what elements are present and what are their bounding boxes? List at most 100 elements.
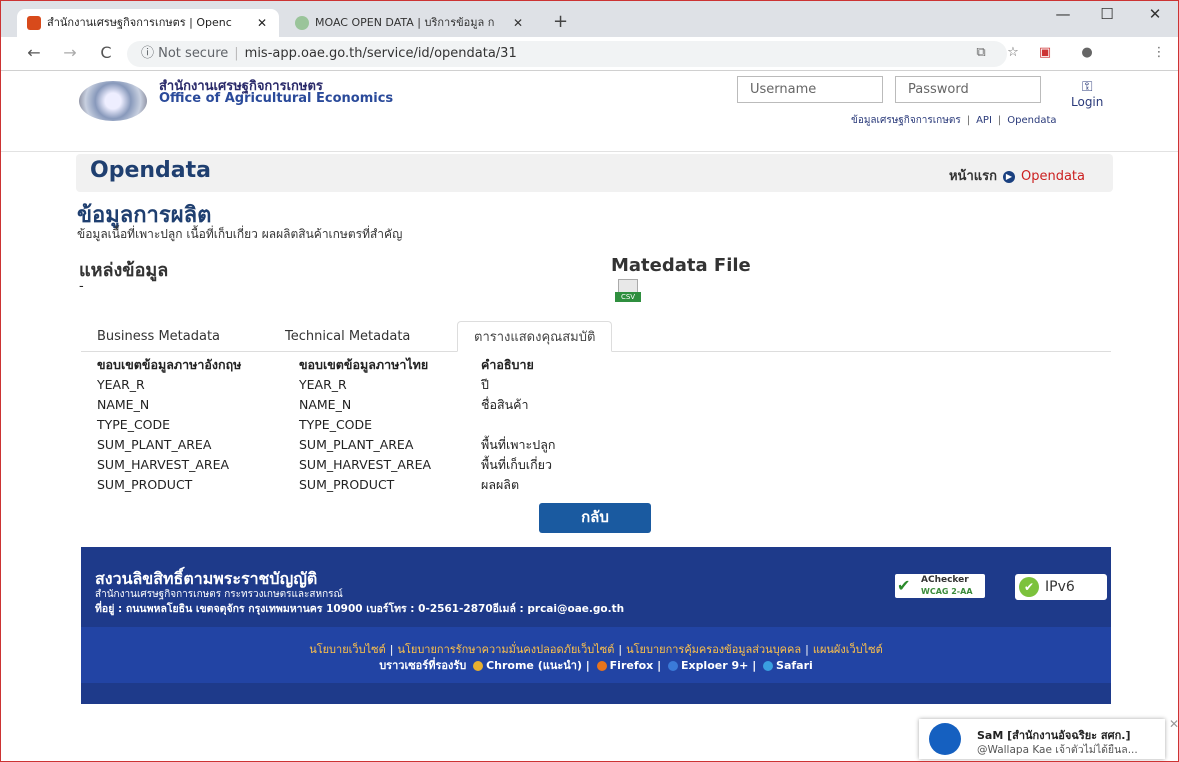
close-window-button[interactable]: ✕ <box>1145 5 1165 23</box>
translate-icon[interactable]: ⧉ <box>971 45 991 60</box>
supported-browsers: บราวเซอร์ที่รองรับ Chrome (แนะนำ) | Fire… <box>379 659 813 672</box>
site-favicon-icon <box>295 16 309 30</box>
checkmark-icon: ✔ <box>897 576 911 595</box>
breadcrumb-current: Opendata <box>1020 169 1085 184</box>
cell-thai-field: NAME_N <box>299 397 352 412</box>
top-links: ข้อมูลเศรษฐกิจการเกษตร | API | Opendata <box>851 115 1057 126</box>
ie-icon <box>667 661 678 671</box>
reload-button[interactable]: C <box>95 43 117 62</box>
achecker-badge[interactable]: ✔ AChecker WCAG 2-AA <box>895 574 985 598</box>
notification-message: @Wallapa Kae เจ้าตัวไม่ได้ยืนล... <box>977 744 1138 756</box>
browser-tab-inactive[interactable]: MOAC OPEN DATA | บริการข้อมูล ก ✕ <box>285 9 535 37</box>
profile-avatar-icon[interactable]: ● <box>1077 45 1097 60</box>
back-button-page[interactable]: กลับ <box>539 503 651 533</box>
cell-thai-field: TYPE_CODE <box>299 417 373 432</box>
browser-safari: Safari <box>776 659 813 672</box>
chat-notification[interactable]: SaM [สำนักงานอัจฉริยะ สศก.] @Wallapa Kae… <box>919 719 1165 759</box>
address-bar-row: ← → C ⓘ Not secure | mis-app.oae.go.th/ser… <box>1 37 1178 71</box>
cell-english-field: SUM_PLANT_AREA <box>97 437 212 452</box>
breadcrumb-home[interactable]: หน้าแรก <box>949 169 997 184</box>
link-sitemap[interactable]: แผนผังเว็บไซต์ <box>813 643 883 656</box>
firefox-icon <box>596 661 607 671</box>
browser-tab-active[interactable]: สำนักงานเศรษฐกิจการเกษตร | Openc ✕ <box>17 9 279 37</box>
bookmark-star-icon[interactable]: ☆ <box>1003 45 1023 60</box>
arrow-right-icon: ▶ <box>1002 170 1015 183</box>
breadcrumb: หน้าแรก ▶ Opendata <box>949 165 1085 186</box>
page-title: Opendata <box>90 158 211 183</box>
close-tab-icon[interactable]: ✕ <box>513 9 523 37</box>
header-english-field: ขอบเขตข้อมูลภาษาอังกฤษ <box>97 357 242 372</box>
forward-button[interactable]: → <box>59 43 81 62</box>
csv-file-icon[interactable]: CSV <box>615 279 641 303</box>
cell-thai-field: SUM_HARVEST_AREA <box>299 457 432 472</box>
extension-icon[interactable]: ▣ <box>1035 45 1055 60</box>
cell-english-field: NAME_N <box>97 397 150 412</box>
close-tab-icon[interactable]: ✕ <box>257 9 267 37</box>
footer-top: สงวนลิขสิทธิ์ตามพระราชบัญญัติ สำนักงานเศ… <box>81 547 1111 627</box>
back-button[interactable]: ← <box>23 43 45 62</box>
link-privacy-policy[interactable]: นโยบายการคุ้มครองข้อมูลส่วนบุคคล <box>626 643 801 656</box>
tab-title: MOAC OPEN DATA | บริการข้อมูล ก <box>315 16 495 29</box>
browser-firefox: Firefox <box>609 659 654 672</box>
section-description: ข้อมูลเนื้อที่เพาะปลูก เนื้อที่เก็บเกี่ย… <box>77 227 403 241</box>
source-value: - <box>79 279 84 294</box>
browser-ie: Exploer 9+ <box>680 659 749 672</box>
minimize-button[interactable]: — <box>1053 5 1073 23</box>
tab-property-table[interactable]: ตารางแสดงคุณสมบัติ <box>457 321 613 352</box>
tab-business-metadata[interactable]: Business Metadata <box>81 321 236 352</box>
password-input[interactable]: Password <box>895 76 1041 103</box>
footer-bottom <box>81 683 1111 704</box>
url-text: mis-app.oae.go.th/service/id/opendata/31 <box>244 46 517 61</box>
site-favicon-icon <box>27 16 41 30</box>
link-agri-econ-data[interactable]: ข้อมูลเศรษฐกิจการเกษตร <box>851 115 961 126</box>
tab-technical-metadata[interactable]: Technical Metadata <box>269 321 426 352</box>
metadata-tabs: Business Metadata Technical Metadata ตาร… <box>81 321 1111 352</box>
cell-english-field: TYPE_CODE <box>97 417 171 432</box>
username-input[interactable]: Username <box>737 76 883 103</box>
metadata-file-label: Matedata File <box>611 255 751 276</box>
footer-address: ที่อยู่ : ถนนพหลโยธิน เขตจตุจักร กรุงเทพ… <box>95 603 625 615</box>
page-title-bar: Opendata หน้าแรก ▶ Opendata <box>76 154 1113 192</box>
cell-description: ชื่อสินค้า <box>481 397 529 412</box>
oae-logo[interactable] <box>79 81 147 121</box>
security-indicator[interactable]: ⓘ Not secure <box>141 46 228 61</box>
chrome-icon <box>473 661 484 671</box>
cell-english-field: SUM_PRODUCT <box>97 477 193 492</box>
login-button[interactable]: ⚿ Login <box>1071 79 1103 109</box>
cell-thai-field: SUM_PLANT_AREA <box>299 437 414 452</box>
address-input[interactable]: ⓘ Not secure | mis-app.oae.go.th/service/i… <box>127 41 1007 67</box>
link-security-policy[interactable]: นโยบายการรักษาความมั่นคงปลอดภัยเว็บไซต์ <box>397 643 614 656</box>
csv-label: CSV <box>615 292 641 302</box>
new-tab-button[interactable]: + <box>553 11 568 32</box>
tab-strip: สำนักงานเศรษฐกิจการเกษตร | Openc ✕ MOAC … <box>1 1 1178 37</box>
maximize-button[interactable]: ☐ <box>1097 5 1117 23</box>
browser-window: สำนักงานเศรษฐกิจการเกษตร | Openc ✕ MOAC … <box>0 0 1179 762</box>
key-icon: ⚿ <box>1081 79 1093 95</box>
header-divider <box>1 151 1178 152</box>
avatar <box>929 723 961 755</box>
cell-description: พื้นที่เพาะปลูก <box>481 437 556 452</box>
link-web-policy[interactable]: นโยบายเว็บไซต์ <box>309 643 386 656</box>
login-label: Login <box>1071 95 1104 109</box>
browser-chrome: Chrome (แนะนำ) <box>486 659 582 672</box>
header-description: คำอธิบาย <box>481 357 534 372</box>
browsers-label: บราวเซอร์ที่รองรับ <box>379 659 467 672</box>
cell-thai-field: YEAR_R <box>299 377 347 392</box>
link-opendata[interactable]: Opendata <box>1007 115 1056 126</box>
cell-description: ผลผลิต <box>481 477 520 492</box>
close-notification-icon[interactable]: ✕ <box>1169 717 1178 731</box>
cell-english-field: SUM_HARVEST_AREA <box>97 457 230 472</box>
header-thai-field: ขอบเขตข้อมูลภาษาไทย <box>299 357 429 372</box>
footer-links-bar: นโยบายเว็บไซต์ | นโยบายการรักษาความมั่นคงป… <box>81 627 1111 683</box>
cell-english-field: YEAR_R <box>97 377 145 392</box>
tab-title: สำนักงานเศรษฐกิจการเกษตร | Openc <box>47 16 232 29</box>
ipv6-badge[interactable]: ✔ IPv6 <box>1015 574 1107 600</box>
achecker-label: AChecker <box>921 575 969 585</box>
menu-icon[interactable]: ⋮ <box>1149 45 1169 60</box>
source-label: แหล่งข้อมูล <box>79 260 169 281</box>
safari-icon <box>763 661 774 671</box>
check-circle-icon: ✔ <box>1019 577 1039 597</box>
achecker-sub: WCAG 2-AA <box>921 587 973 596</box>
link-api[interactable]: API <box>976 115 992 126</box>
ipv6-label: IPv6 <box>1045 579 1075 595</box>
